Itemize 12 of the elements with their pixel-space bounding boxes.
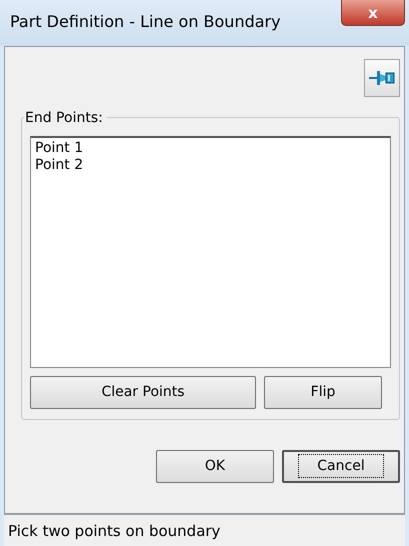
points-list[interactable]: Point 1 Point 2 <box>30 136 391 368</box>
list-item[interactable]: Point 1 <box>35 140 386 157</box>
dialog-button[interactable]: Flip <box>264 376 382 409</box>
status-bar: Pick two points on boundary <box>4 514 405 546</box>
list-item[interactable]: Point 2 <box>35 157 386 174</box>
pin-icon <box>368 68 396 88</box>
close-button[interactable]: x <box>341 0 405 26</box>
dialog-button[interactable]: Clear Points <box>30 376 256 409</box>
dialog-button[interactable]: Cancel <box>282 450 400 483</box>
window-title: Part Definition - Line on Boundary <box>10 11 281 33</box>
pin-button[interactable] <box>364 59 400 97</box>
dialog-button[interactable]: OK <box>156 450 274 483</box>
